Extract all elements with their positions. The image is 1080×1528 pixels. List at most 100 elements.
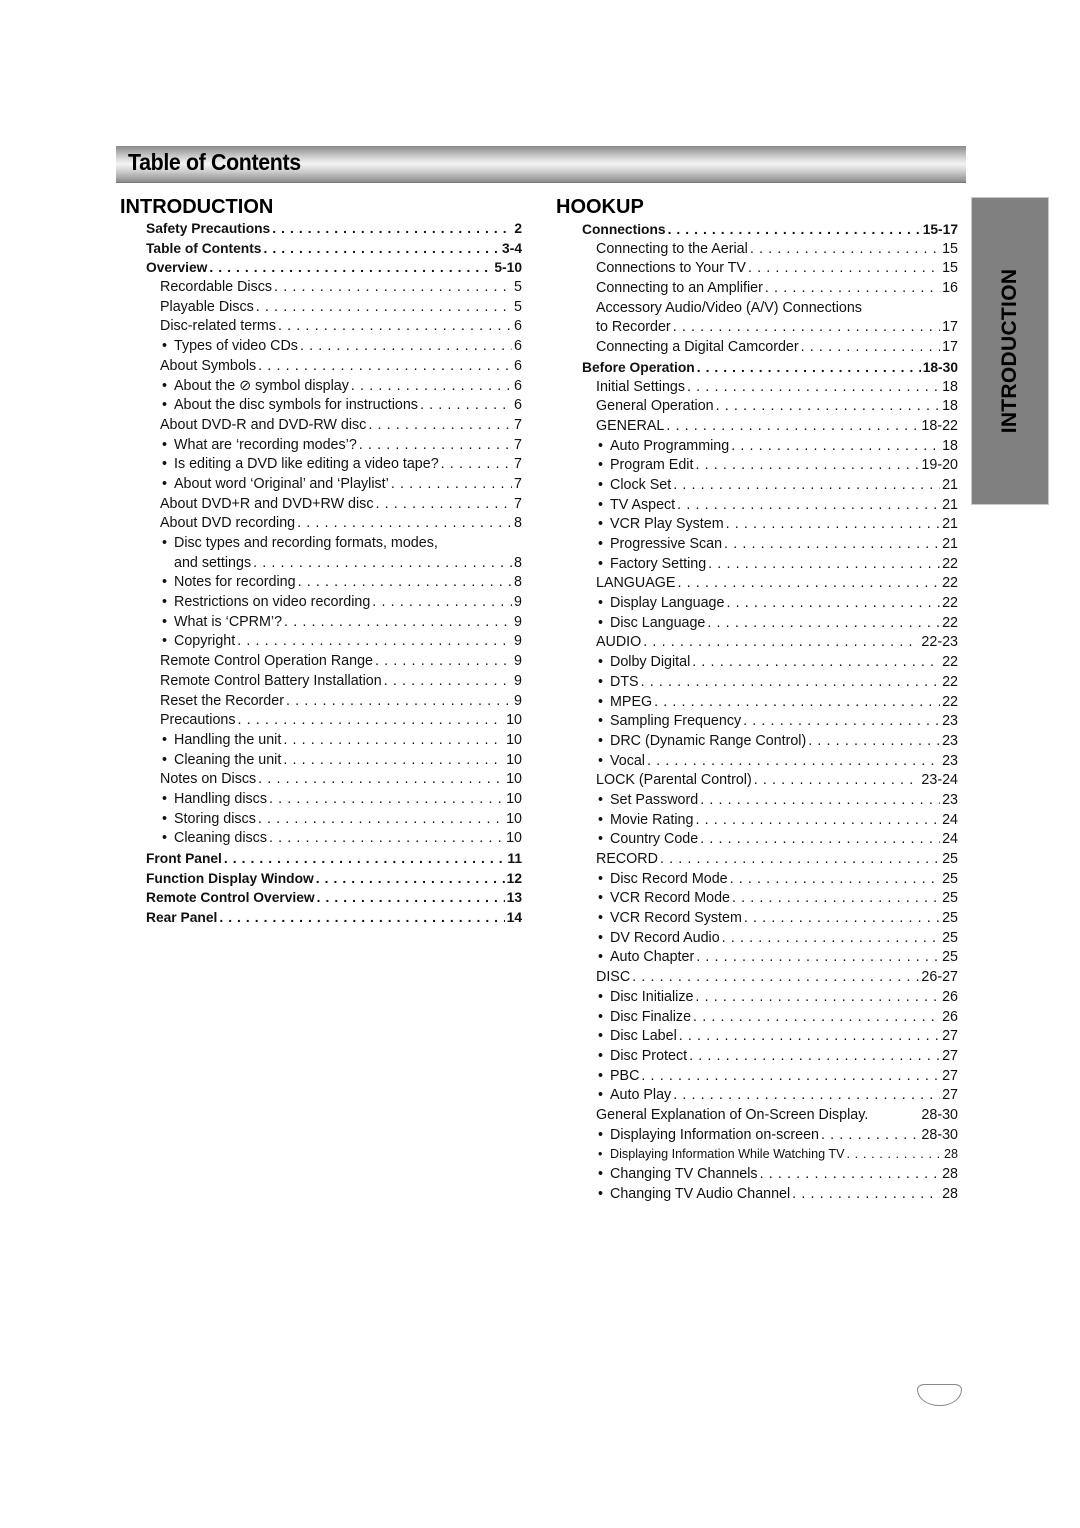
- toc-entry[interactable]: • Clock Set 21: [556, 476, 958, 496]
- toc-entry[interactable]: • Set Password 23: [556, 791, 958, 811]
- toc-entry[interactable]: Rear Panel 14: [120, 908, 522, 928]
- toc-entry[interactable]: • About the ⊘ symbol display 6: [120, 377, 522, 397]
- toc-entry[interactable]: • Cleaning discs 10: [120, 829, 522, 849]
- toc-entry[interactable]: • About the disc symbols for instructions…: [120, 396, 522, 416]
- toc-entry[interactable]: About DVD recording 8: [120, 514, 522, 534]
- dot-leader: [696, 948, 940, 968]
- toc-entry[interactable]: • Auto Programming 18: [556, 437, 958, 457]
- toc-entry[interactable]: RECORD 25: [556, 850, 958, 870]
- toc-entry[interactable]: • Displaying Information While Watching T…: [556, 1145, 958, 1165]
- toc-entry[interactable]: Accessory Audio/Video (A/V) Connections: [556, 299, 958, 319]
- toc-entry[interactable]: LOCK (Parental Control) 23-24: [556, 771, 958, 791]
- toc-entry[interactable]: Initial Settings 18: [556, 378, 958, 398]
- toc-entry[interactable]: • VCR Record System 25: [556, 909, 958, 929]
- toc-entry[interactable]: • Disc Language 22: [556, 614, 958, 634]
- toc-entry[interactable]: Overview 5-10: [120, 258, 522, 278]
- toc-entry[interactable]: About DVD+R and DVD+RW disc 7: [120, 495, 522, 515]
- toc-entry[interactable]: • Is editing a DVD like editing a video t…: [120, 455, 522, 475]
- toc-entry[interactable]: Safety Precautions 2: [120, 219, 522, 239]
- toc-entry[interactable]: About Symbols 6: [120, 357, 522, 377]
- toc-entry[interactable]: • Country Code 24: [556, 830, 958, 850]
- toc-entry[interactable]: Table of Contents 3-4: [120, 239, 522, 259]
- toc-entry[interactable]: • Changing TV Channels 28: [556, 1165, 958, 1185]
- toc-entry[interactable]: • What is ‘CPRM’? 9: [120, 613, 522, 633]
- toc-entry[interactable]: • VCR Record Mode 25: [556, 889, 958, 909]
- toc-entry[interactable]: General Operation 18: [556, 397, 958, 417]
- toc-entry[interactable]: and settings 8: [120, 554, 522, 574]
- toc-entry[interactable]: • Handling the unit 10: [120, 731, 522, 751]
- toc-entry[interactable]: Precautions 10: [120, 711, 522, 731]
- toc-entry[interactable]: General Explanation of On-Screen Display…: [556, 1106, 958, 1126]
- toc-entry-title: Before Operation: [582, 358, 695, 378]
- toc-entry-page: 19-20: [921, 457, 958, 474]
- dot-leader: [765, 279, 940, 299]
- toc-entry[interactable]: • Copyright 9: [120, 632, 522, 652]
- toc-entry[interactable]: • Notes for recording 8: [120, 573, 522, 593]
- toc-entry[interactable]: • Auto Play 27: [556, 1086, 958, 1106]
- toc-entry[interactable]: • Handling discs 10: [120, 790, 522, 810]
- toc-entry[interactable]: Before Operation 18-30: [556, 358, 958, 378]
- toc-entry[interactable]: • PBC 27: [556, 1067, 958, 1087]
- toc-entry[interactable]: • Disc Protect 27: [556, 1047, 958, 1067]
- toc-entry[interactable]: • Disc types and recording formats, modes…: [120, 534, 522, 554]
- toc-entry-text: Factory Setting: [610, 555, 707, 572]
- toc-entry[interactable]: • Movie Rating 24: [556, 811, 958, 831]
- toc-entry[interactable]: Recordable Discs 5: [120, 278, 522, 298]
- toc-entry[interactable]: • Dolby Digital 22: [556, 653, 958, 673]
- toc-entry[interactable]: • Progressive Scan 21: [556, 535, 958, 555]
- toc-entry-text: Program Edit: [610, 457, 694, 474]
- toc-entry[interactable]: Connections 15-17: [556, 220, 958, 240]
- toc-entry[interactable]: • Changing TV Audio Channel 28: [556, 1185, 958, 1205]
- toc-entry[interactable]: • Cleaning the unit 10: [120, 751, 522, 771]
- toc-entry-page: 21: [942, 496, 958, 513]
- toc-entry[interactable]: Connections to Your TV 15: [556, 259, 958, 279]
- toc-entry[interactable]: Notes on Discs 10: [120, 770, 522, 790]
- toc-entry[interactable]: GENERAL 18-22: [556, 417, 958, 437]
- toc-entry[interactable]: Connecting to the Aerial 15: [556, 240, 958, 260]
- toc-entry[interactable]: • What are ‘recording modes’? 7: [120, 436, 522, 456]
- toc-entry[interactable]: Front Panel 11: [120, 849, 522, 869]
- toc-entry[interactable]: Reset the Recorder 9: [120, 692, 522, 712]
- toc-entry[interactable]: • Displaying Information on-screen 28-30: [556, 1126, 958, 1146]
- toc-entry[interactable]: Remote Control Battery Installation 9: [120, 672, 522, 692]
- toc-entry[interactable]: • Factory Setting 22: [556, 555, 958, 575]
- toc-entry[interactable]: AUDIO 22-23: [556, 633, 958, 653]
- toc-entry[interactable]: Function Display Window 12: [120, 869, 522, 889]
- toc-entry[interactable]: • DV Record Audio 25: [556, 929, 958, 949]
- toc-entry[interactable]: • Sampling Frequency 23: [556, 712, 958, 732]
- toc-entry[interactable]: • Program Edit 19-20: [556, 456, 958, 476]
- toc-entry-page: 9: [514, 692, 522, 709]
- toc-entry[interactable]: to Recorder 17: [556, 318, 958, 338]
- toc-entry[interactable]: • MPEG 22: [556, 693, 958, 713]
- toc-entry[interactable]: Connecting to an Amplifier 16: [556, 279, 958, 299]
- toc-entry[interactable]: • Display Language 22: [556, 594, 958, 614]
- toc-entry[interactable]: • About word ‘Original’ and ‘Playlist’ 7: [120, 475, 522, 495]
- toc-entry[interactable]: About DVD-R and DVD-RW disc 7: [120, 416, 522, 436]
- toc-entry[interactable]: • DRC (Dynamic Range Control) 23: [556, 732, 958, 752]
- bullet-icon: •: [598, 693, 604, 710]
- toc-entry[interactable]: • VCR Play System 21: [556, 515, 958, 535]
- toc-entry[interactable]: DISC 26-27: [556, 968, 958, 988]
- toc-entry[interactable]: • DTS 22: [556, 673, 958, 693]
- toc-entry-page: 5: [514, 298, 522, 315]
- toc-entry[interactable]: • Disc Finalize 26: [556, 1008, 958, 1028]
- toc-entry[interactable]: • Disc Label 27: [556, 1027, 958, 1047]
- toc-entry[interactable]: • Disc Record Mode 25: [556, 870, 958, 890]
- toc-entry[interactable]: • Vocal 23: [556, 752, 958, 772]
- toc-entry[interactable]: Disc-related terms 6: [120, 317, 522, 337]
- toc-entry[interactable]: LANGUAGE 22: [556, 574, 958, 594]
- toc-entry[interactable]: • Auto Chapter 25: [556, 948, 958, 968]
- toc-entry[interactable]: • Storing discs 10: [120, 810, 522, 830]
- toc-entry[interactable]: • TV Aspect 21: [556, 496, 958, 516]
- toc-entry[interactable]: Remote Control Overview 13: [120, 888, 522, 908]
- toc-entry[interactable]: Connecting a Digital Camcorder 17: [556, 338, 958, 358]
- toc-entry[interactable]: • Types of video CDs 6: [120, 337, 522, 357]
- toc-entry[interactable]: • Restrictions on video recording 9: [120, 593, 522, 613]
- toc-entry[interactable]: Remote Control Operation Range 9: [120, 652, 522, 672]
- bullet-icon: •: [598, 1047, 604, 1064]
- toc-entry-page: 6: [514, 318, 522, 335]
- toc-entry-page: 5-10: [494, 260, 522, 276]
- toc-entry[interactable]: • Disc Initialize 26: [556, 988, 958, 1008]
- dot-leader: [692, 653, 940, 673]
- toc-entry[interactable]: Playable Discs 5: [120, 298, 522, 318]
